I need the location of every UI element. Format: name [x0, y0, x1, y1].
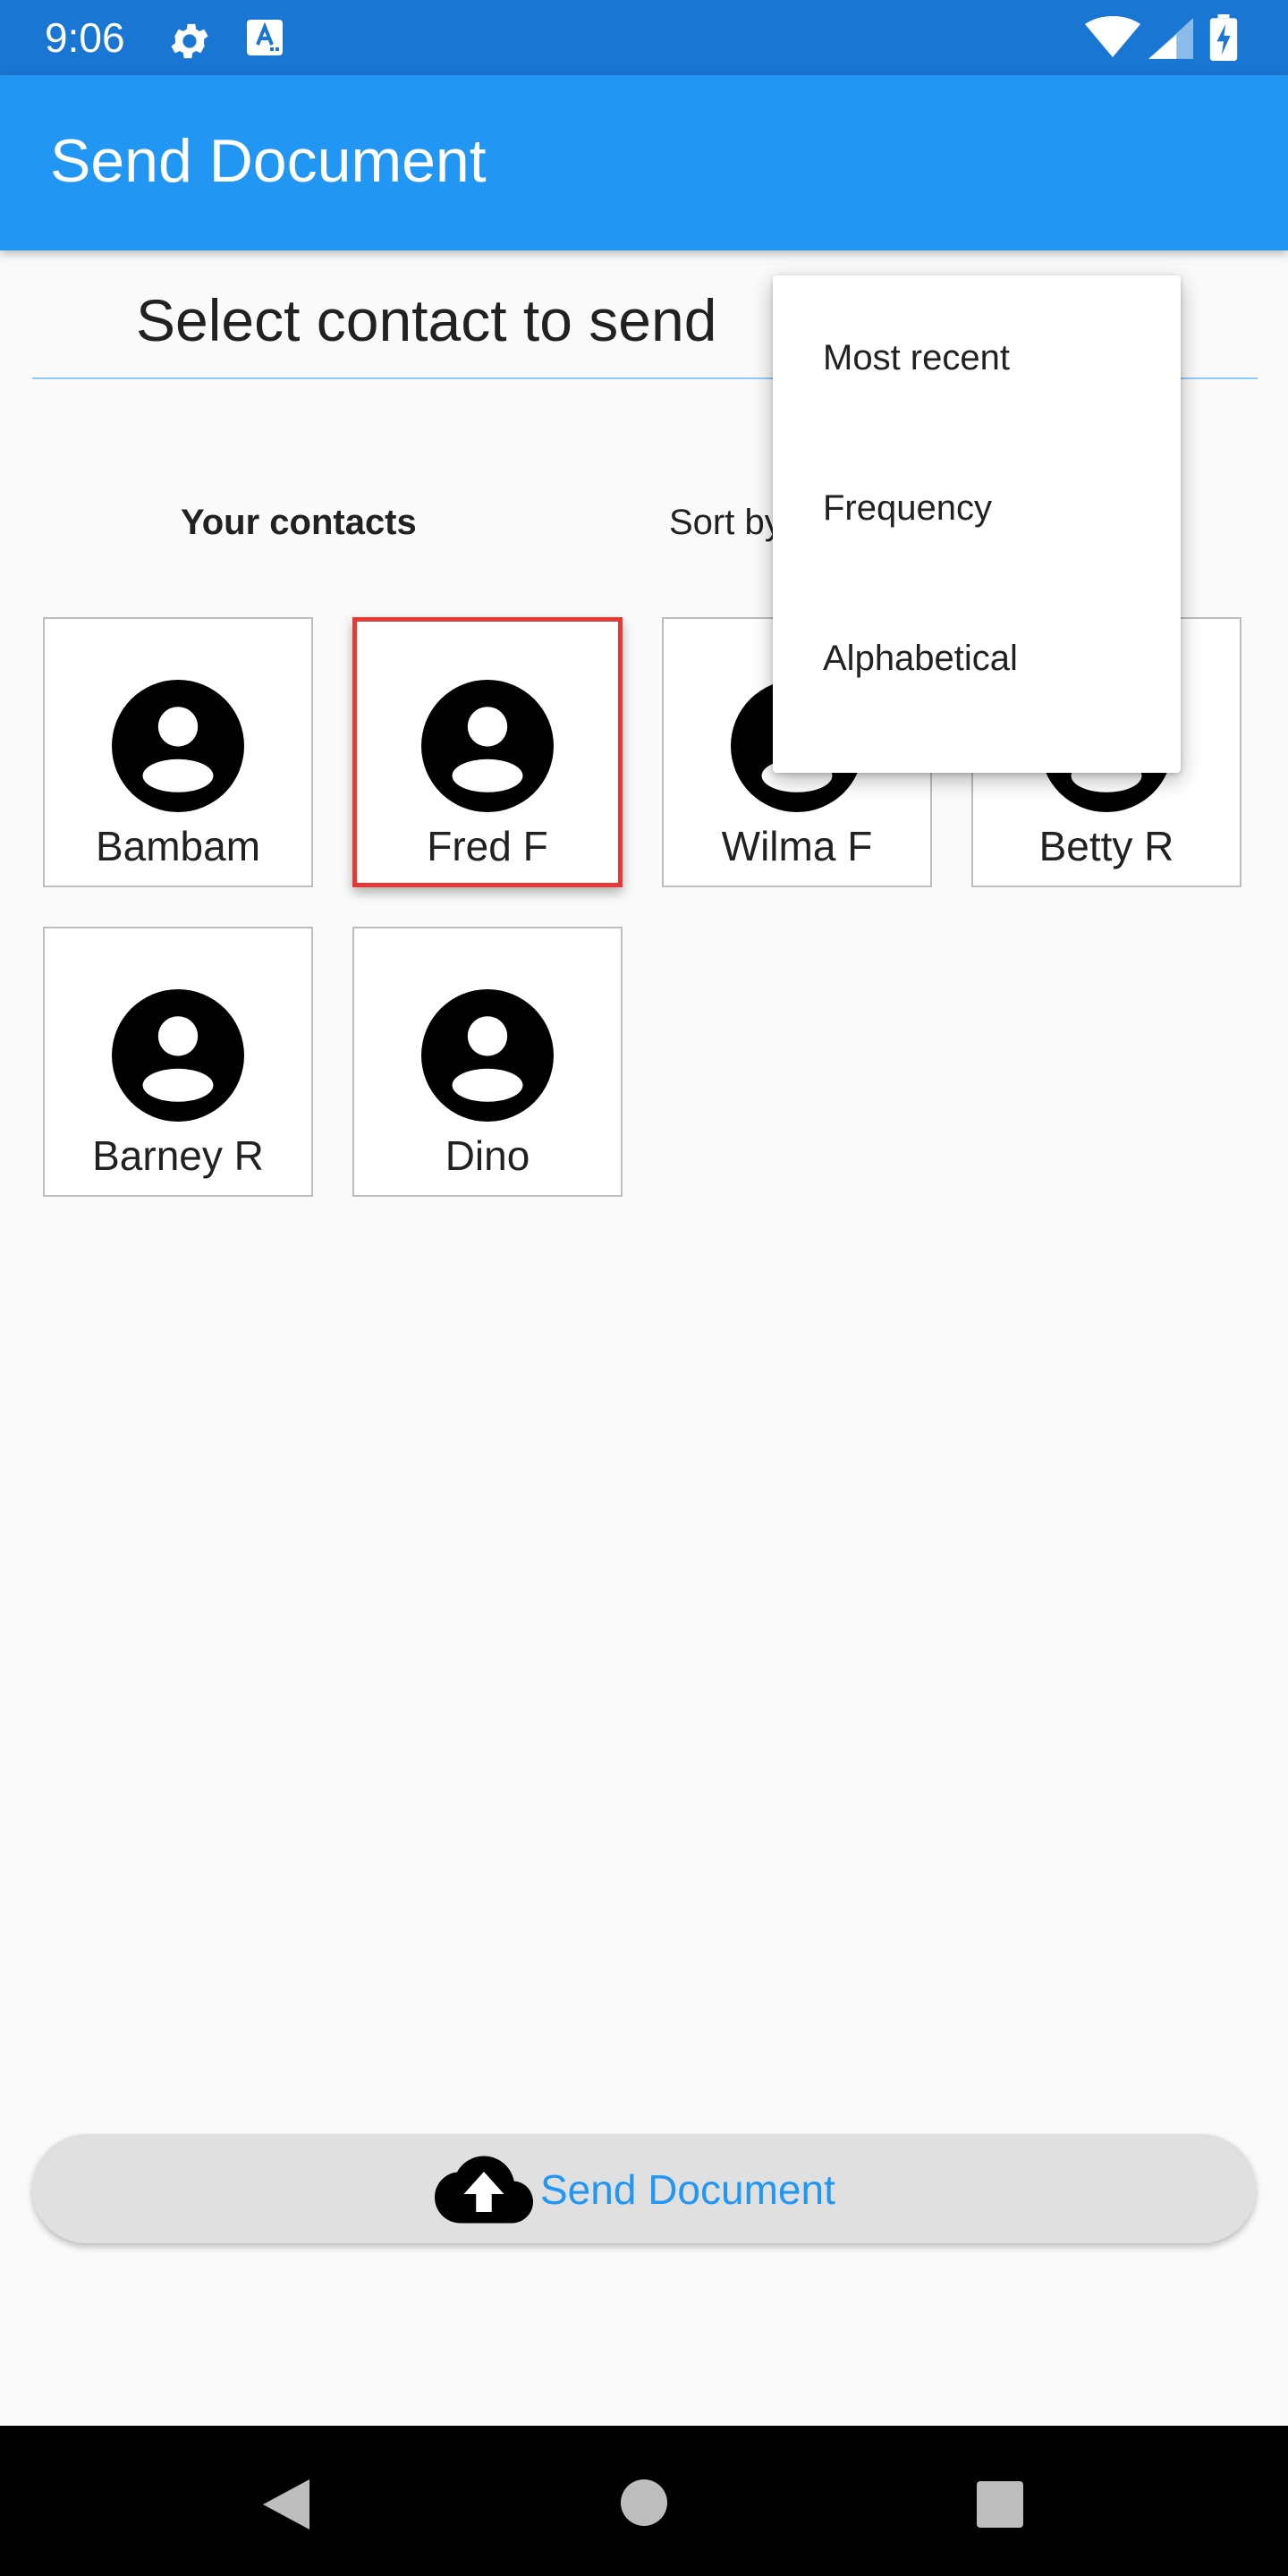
menu-item-label: Alphabetical	[823, 639, 1018, 678]
contacts-label: Your contacts	[181, 503, 417, 542]
signal-icon	[1148, 18, 1193, 59]
nav-bar	[0, 2426, 1288, 2576]
contact-card-bambam[interactable]: Bambam	[43, 617, 313, 887]
contact-card-fred-f[interactable]: Fred F	[352, 617, 623, 887]
menu-item-label: Most recent	[823, 338, 1010, 377]
recents-icon[interactable]	[977, 2481, 1023, 2528]
contact-card-barney-r[interactable]: Barney R	[43, 927, 313, 1197]
account-circle-icon	[421, 989, 554, 1122]
contact-name: Dino	[445, 1132, 530, 1179]
contact-card-dino[interactable]: Dino	[352, 927, 623, 1197]
account-circle-icon	[421, 680, 554, 812]
status-time: 9:06	[45, 14, 125, 61]
wifi-icon	[1085, 16, 1140, 57]
contact-name: Betty R	[1038, 823, 1174, 869]
home-icon[interactable]	[621, 2479, 667, 2526]
menu-item-alphabetical[interactable]: Alphabetical	[773, 583, 1181, 733]
contact-name: Bambam	[95, 823, 261, 869]
send-document-label: Send Document	[540, 2166, 835, 2213]
sort-by-label[interactable]: Sort by	[669, 501, 783, 544]
back-icon[interactable]	[259, 2476, 313, 2533]
menu-item-label: Frequency	[823, 488, 992, 528]
sort-menu: Most recent Frequency Alphabetical	[773, 275, 1181, 773]
status-bar: 9:06	[0, 0, 1288, 75]
page-heading: Select contact to send	[136, 287, 717, 353]
contact-name: Barney R	[92, 1132, 264, 1179]
gear-icon	[171, 23, 208, 59]
send-document-button[interactable]: Send Document	[32, 2134, 1256, 2243]
keyboard-a-icon	[247, 20, 283, 55]
app-title: Send Document	[50, 127, 487, 195]
contact-name: Wilma F	[721, 823, 873, 869]
cloud-upload-icon	[435, 2156, 533, 2224]
battery-charging-icon	[1209, 14, 1238, 61]
app-bar: Send Document	[0, 75, 1288, 250]
account-circle-icon	[112, 680, 244, 812]
menu-item-most-recent[interactable]: Most recent	[773, 283, 1181, 433]
contact-name: Fred F	[427, 823, 548, 869]
menu-item-frequency[interactable]: Frequency	[773, 433, 1181, 583]
account-circle-icon	[112, 989, 244, 1122]
